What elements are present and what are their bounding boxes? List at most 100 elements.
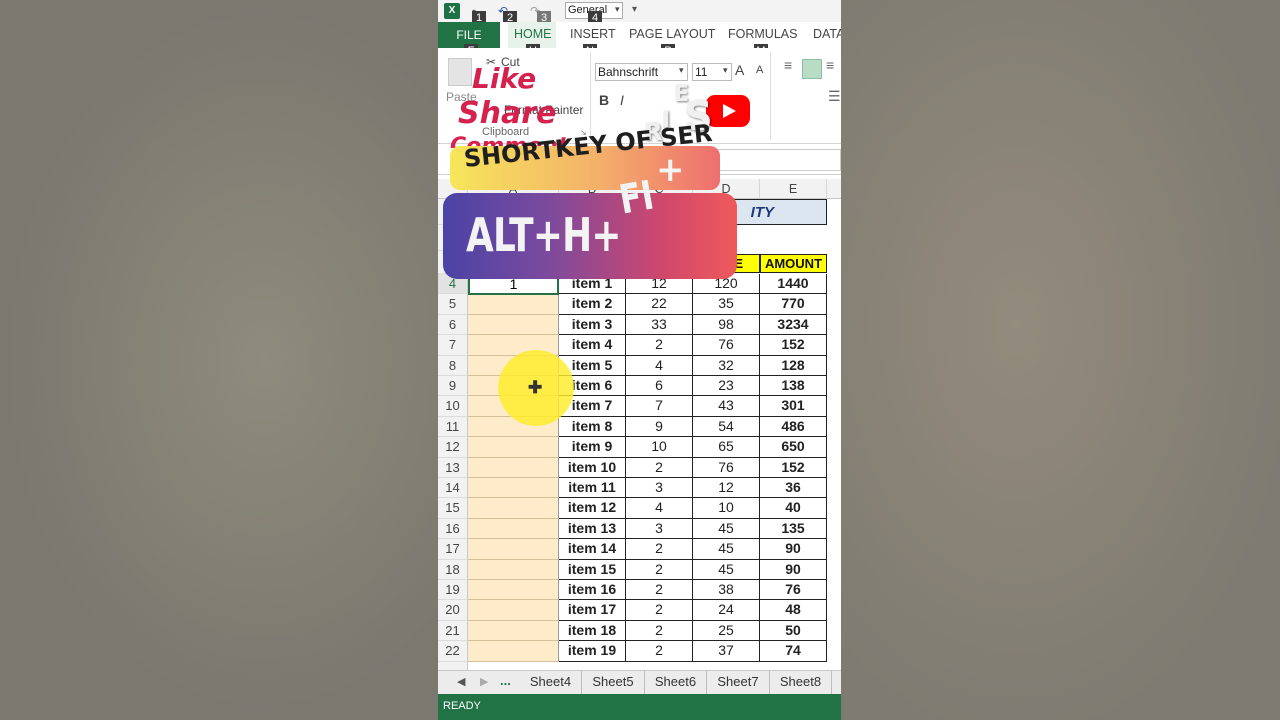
- cell-item[interactable]: item 8: [559, 416, 626, 438]
- cell-a[interactable]: [468, 600, 559, 621]
- cell-item[interactable]: item 13: [559, 518, 626, 540]
- cell-amount[interactable]: 90: [760, 539, 827, 560]
- cell-price[interactable]: 32: [693, 355, 760, 376]
- cell-price[interactable]: 45: [693, 518, 760, 540]
- cell-price[interactable]: 10: [693, 498, 760, 519]
- cell-item[interactable]: item 19: [559, 641, 626, 662]
- cell-price[interactable]: 54: [693, 416, 760, 438]
- cell-amount[interactable]: 1440: [760, 274, 827, 295]
- cell-item[interactable]: item 2: [559, 294, 626, 315]
- cell-amount[interactable]: 74: [760, 641, 827, 662]
- cell-qty[interactable]: 2: [626, 620, 693, 642]
- row-header[interactable]: 8: [438, 355, 468, 376]
- cell-amount[interactable]: 3234: [760, 314, 827, 336]
- row-header[interactable]: 22: [438, 641, 468, 662]
- row-header[interactable]: 14: [438, 478, 468, 499]
- cell-qty[interactable]: 4: [626, 355, 693, 376]
- cell-a[interactable]: [468, 539, 559, 560]
- row-header[interactable]: 9: [438, 376, 468, 397]
- cell-qty[interactable]: 4: [626, 498, 693, 519]
- cell-amount[interactable]: 36: [760, 478, 827, 499]
- cell-a[interactable]: [468, 518, 559, 540]
- row-header[interactable]: 5: [438, 294, 468, 315]
- row-header[interactable]: 15: [438, 498, 468, 519]
- row-header[interactable]: 11: [438, 416, 468, 438]
- sheet-tab-sheet7[interactable]: Sheet7: [708, 671, 770, 694]
- cell-item[interactable]: item 10: [559, 457, 626, 478]
- row-header[interactable]: 13: [438, 457, 468, 478]
- row-header[interactable]: 18: [438, 559, 468, 580]
- cell-amount[interactable]: 128: [760, 355, 827, 376]
- header-amount-cell[interactable]: AMOUNT: [760, 254, 827, 273]
- cell-item[interactable]: item 4: [559, 335, 626, 356]
- tab-insert[interactable]: INSERT: [570, 27, 616, 41]
- cell-qty[interactable]: 2: [626, 641, 693, 662]
- row-header[interactable]: 10: [438, 396, 468, 417]
- sheet-more-button[interactable]: ...: [500, 673, 511, 688]
- cell-qty[interactable]: 33: [626, 314, 693, 336]
- cell-item[interactable]: item 9: [559, 437, 626, 458]
- cell-a[interactable]: [468, 498, 559, 519]
- cell-price[interactable]: 76: [693, 335, 760, 356]
- italic-button[interactable]: I: [620, 92, 624, 108]
- cell-price[interactable]: 12: [693, 478, 760, 499]
- column-header-e[interactable]: E: [760, 179, 827, 199]
- cell-qty[interactable]: 2: [626, 580, 693, 601]
- cell-a[interactable]: [468, 294, 559, 315]
- tab-formulas[interactable]: FORMULAS: [728, 27, 797, 41]
- tab-home[interactable]: HOME: [514, 27, 552, 41]
- cell-a[interactable]: [468, 314, 559, 336]
- cell-price[interactable]: 24: [693, 600, 760, 621]
- cell-amount[interactable]: 50: [760, 620, 827, 642]
- cell-item[interactable]: item 11: [559, 478, 626, 499]
- paste-icon[interactable]: [448, 58, 472, 86]
- cell-a[interactable]: [468, 457, 559, 478]
- tab-page-layout[interactable]: PAGE LAYOUT: [629, 27, 715, 41]
- cell-price[interactable]: 76: [693, 457, 760, 478]
- cell-qty[interactable]: 10: [626, 437, 693, 458]
- cell-price[interactable]: 45: [693, 559, 760, 580]
- sheet-tab-sheet5[interactable]: Sheet5: [583, 671, 645, 694]
- cell-a[interactable]: [468, 478, 559, 499]
- cell-item[interactable]: item 12: [559, 498, 626, 519]
- grow-font-button[interactable]: A: [735, 62, 744, 78]
- cell-amount[interactable]: 301: [760, 396, 827, 417]
- sheet-tab-sheet8[interactable]: Sheet8: [770, 671, 832, 694]
- cell-qty[interactable]: 2: [626, 335, 693, 356]
- align-top-icon[interactable]: ≡: [784, 57, 792, 73]
- customize-qat-icon[interactable]: ▾: [632, 4, 637, 15]
- row-header[interactable]: 17: [438, 539, 468, 560]
- cell-a[interactable]: [468, 437, 559, 458]
- font-name-chevron-icon[interactable]: ▾: [679, 65, 684, 76]
- cell-price[interactable]: 43: [693, 396, 760, 417]
- sheet-next-icon[interactable]: ▶: [480, 675, 488, 688]
- cell-qty[interactable]: 6: [626, 376, 693, 397]
- cell-amount[interactable]: 138: [760, 376, 827, 397]
- row-header[interactable]: 20: [438, 600, 468, 621]
- cell-item[interactable]: item 16: [559, 580, 626, 601]
- shrink-font-button[interactable]: A: [756, 64, 763, 76]
- cell-item[interactable]: item 17: [559, 600, 626, 621]
- cell-qty[interactable]: 2: [626, 559, 693, 580]
- cell-item[interactable]: item 15: [559, 559, 626, 580]
- cell-amount[interactable]: 650: [760, 437, 827, 458]
- cell-qty[interactable]: 9: [626, 416, 693, 438]
- align-bottom-icon[interactable]: ≡: [826, 57, 834, 73]
- cell-item[interactable]: item 14: [559, 539, 626, 560]
- cell-price[interactable]: 98: [693, 314, 760, 336]
- cell-price[interactable]: 35: [693, 294, 760, 315]
- row-header[interactable]: 21: [438, 620, 468, 642]
- cell-item[interactable]: item 18: [559, 620, 626, 642]
- tab-data[interactable]: DATA: [813, 27, 841, 41]
- justify-icon[interactable]: ☰: [828, 88, 841, 105]
- cell-qty[interactable]: 3: [626, 478, 693, 499]
- cell-qty[interactable]: 7: [626, 396, 693, 417]
- cell-qty[interactable]: 2: [626, 600, 693, 621]
- row-header[interactable]: 6: [438, 314, 468, 336]
- cell-price[interactable]: 23: [693, 376, 760, 397]
- cell-a[interactable]: [468, 620, 559, 642]
- cell-amount[interactable]: 152: [760, 457, 827, 478]
- bold-button[interactable]: B: [599, 92, 609, 108]
- cell-a[interactable]: [468, 641, 559, 662]
- sheet-prev-icon[interactable]: ◀: [457, 675, 465, 688]
